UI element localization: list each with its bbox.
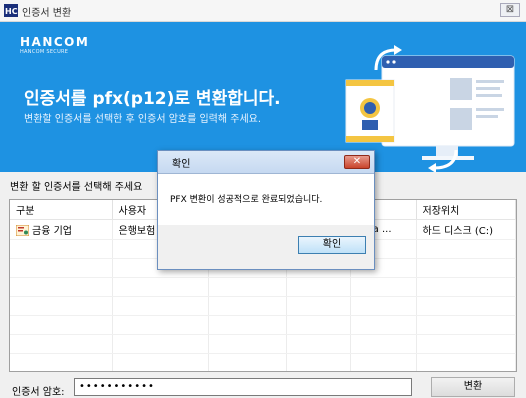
dialog-titlebar: 확인 ✕ bbox=[158, 151, 374, 174]
table-row bbox=[10, 334, 516, 354]
brand-name: HANCOM bbox=[20, 35, 90, 49]
table-row bbox=[10, 315, 516, 335]
cert-list-label: 변환 할 인증서를 선택해 주세요 bbox=[10, 182, 143, 193]
dialog-title: 확인 bbox=[172, 159, 191, 170]
window-close-button[interactable]: ⊠ bbox=[500, 3, 520, 17]
confirm-dialog: 확인 ✕ PFX 변환이 성공적으로 완료되었습니다. 확인 bbox=[157, 150, 375, 270]
cell-type-text: 금융 기업 bbox=[32, 226, 72, 237]
dialog-message: PFX 변환이 성공적으로 완료되었습니다. bbox=[170, 195, 323, 205]
page-subtitle: 변환할 인증서를 선택한 후 인증서 암호를 입력해 주세요. bbox=[24, 114, 262, 125]
dialog-ok-button[interactable]: 확인 bbox=[298, 236, 366, 254]
app-icon: HC bbox=[4, 4, 18, 17]
column-header-type[interactable]: 구분 bbox=[10, 200, 113, 220]
column-header-location[interactable]: 저장위치 bbox=[416, 200, 516, 220]
page-title: 인증서를 pfx(p12)로 변환합니다. bbox=[24, 89, 281, 109]
table-row bbox=[10, 277, 516, 297]
table-row bbox=[10, 353, 516, 371]
table-row bbox=[10, 296, 516, 316]
window-title: 인증서 변환 bbox=[22, 8, 72, 19]
svg-text:HC: HC bbox=[5, 7, 18, 16]
certificate-icon bbox=[16, 225, 29, 236]
window-titlebar: HC 인증서 변환 ⊠ bbox=[0, 0, 526, 22]
cell-type: 금융 기업 bbox=[10, 219, 113, 240]
brand-logo: HANCOM HANCOM SECURE bbox=[20, 35, 90, 56]
brand-subtitle: HANCOM SECURE bbox=[20, 49, 69, 55]
dialog-close-button[interactable]: ✕ bbox=[344, 155, 370, 169]
cell-location: 하드 디스크 (C:) bbox=[416, 219, 516, 240]
password-input[interactable]: ••••••••••• bbox=[74, 378, 412, 396]
password-label: 인증서 암호: bbox=[12, 387, 65, 398]
convert-button[interactable]: 변환 bbox=[431, 377, 515, 397]
